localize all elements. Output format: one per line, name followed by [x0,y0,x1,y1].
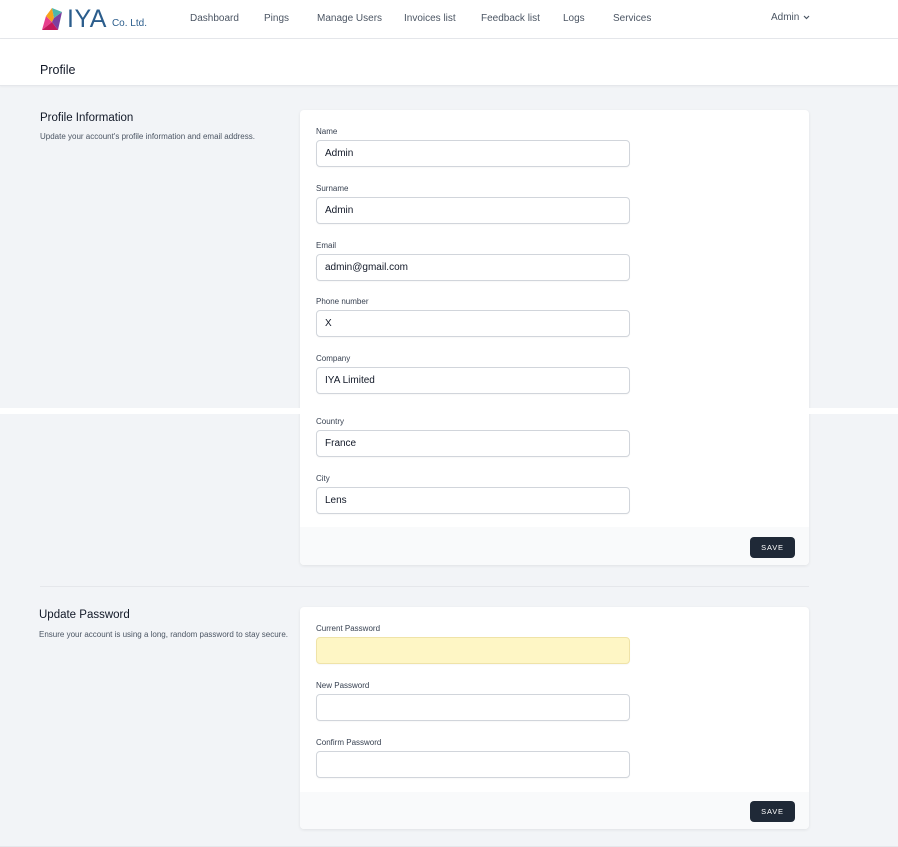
current-password-label: Current Password [316,624,381,633]
password-section-title: Update Password [39,609,130,621]
section-stripe [0,408,898,414]
new-password-input[interactable] [316,694,630,721]
surname-label: Surname [316,184,349,193]
brand-name: IYA [67,5,107,33]
email-label: Email [316,241,337,250]
user-name: Admin [771,12,800,23]
country-input[interactable] [316,430,630,457]
profile-section-description: Update your account's profile informatio… [40,132,255,141]
nav-dashboard[interactable]: Dashboard [190,13,239,24]
nav-feedback-list[interactable]: Feedback list [481,13,540,24]
user-menu-dropdown[interactable]: Admin [771,12,810,23]
nav-invoices-list[interactable]: Invoices list [404,13,456,24]
confirm-password-label: Confirm Password [316,738,382,747]
city-input[interactable] [316,487,630,514]
chevron-down-icon [803,15,810,20]
company-input[interactable] [316,367,630,394]
confirm-password-input[interactable] [316,751,630,778]
name-input[interactable] [316,140,630,167]
page-title: Profile [40,63,76,78]
password-save-button[interactable]: SAVE [750,801,795,822]
page-header [0,39,898,86]
nav-logs[interactable]: Logs [563,13,585,24]
name-label: Name [316,127,338,136]
company-label: Company [316,354,351,363]
nav-services[interactable]: Services [613,13,651,24]
brand-suffix: Co. Ltd. [111,18,147,29]
profile-save-button[interactable]: SAVE [750,537,795,558]
nav-pings[interactable]: Pings [264,13,289,24]
section-divider [40,586,809,587]
top-navigation: IYA Co. Ltd. Dashboard Pings Manage User… [0,0,898,39]
profile-card-footer [300,527,809,565]
profile-section-title: Profile Information [40,112,134,124]
brand-logo[interactable]: IYA Co. Ltd. [40,4,147,32]
new-password-label: New Password [316,681,370,690]
surname-input[interactable] [316,197,630,224]
email-input[interactable] [316,254,630,281]
password-section-description: Ensure your account is using a long, ran… [39,630,289,639]
logo-icon [42,8,62,30]
phone-input[interactable] [316,310,630,337]
nav-manage-users[interactable]: Manage Users [317,13,382,24]
current-password-input[interactable] [316,637,630,664]
city-label: City [316,474,330,483]
password-card-footer [300,792,809,829]
phone-label: Phone number [316,297,369,306]
country-label: Country [316,417,345,426]
